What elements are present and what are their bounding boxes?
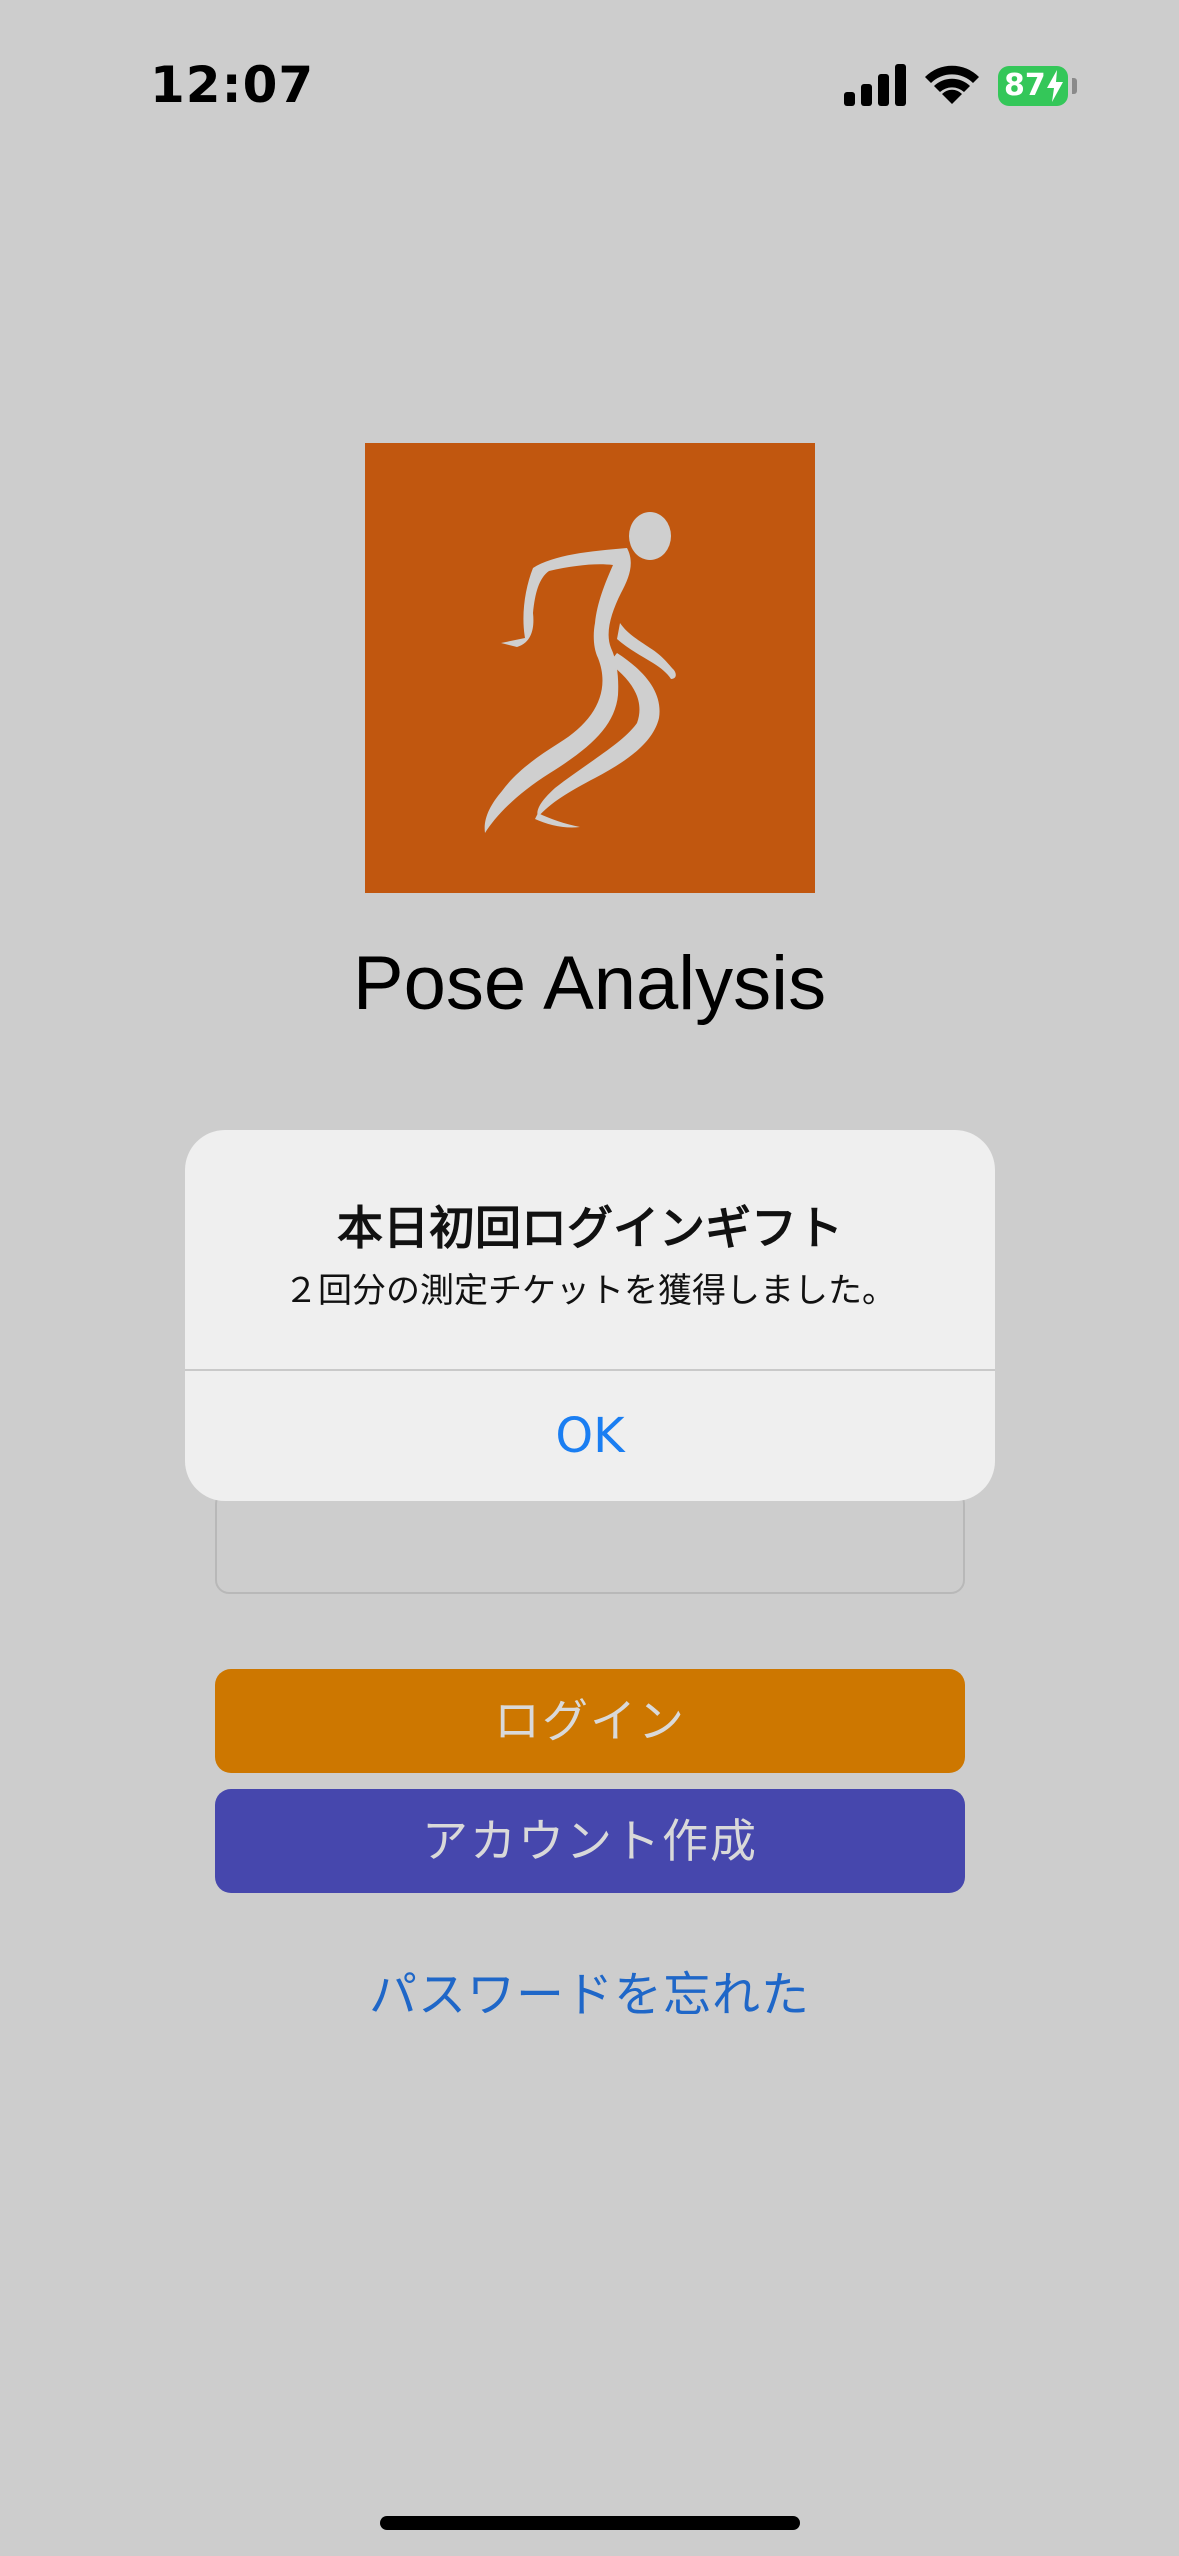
- login-gift-alert: 本日初回ログインギフト ２回分の測定チケットを獲得しました。 OK: [185, 1130, 995, 1501]
- wifi-icon: [922, 60, 982, 106]
- status-time: 12:07: [150, 56, 315, 114]
- battery-charging-icon: 87: [998, 66, 1068, 106]
- runner-icon: [484, 512, 676, 833]
- login-button[interactable]: ログイン: [215, 1669, 965, 1773]
- signal-icon: [844, 62, 906, 106]
- battery-level: 87: [1004, 68, 1046, 103]
- forgot-password-link[interactable]: パスワードを忘れた: [0, 1955, 1179, 2025]
- battery-cap: [1072, 78, 1077, 94]
- app-title: Pose Analysis: [352, 941, 827, 1026]
- alert-ok-button[interactable]: OK: [185, 1371, 995, 1501]
- create-account-button[interactable]: アカウント作成: [215, 1789, 965, 1893]
- home-indicator[interactable]: [380, 2516, 800, 2530]
- alert-message: ２回分の測定チケットを獲得しました。: [284, 1271, 896, 1311]
- alert-title: 本日初回ログインギフト: [337, 1201, 843, 1255]
- app-logo: [365, 443, 815, 893]
- password-field[interactable]: [215, 1490, 965, 1594]
